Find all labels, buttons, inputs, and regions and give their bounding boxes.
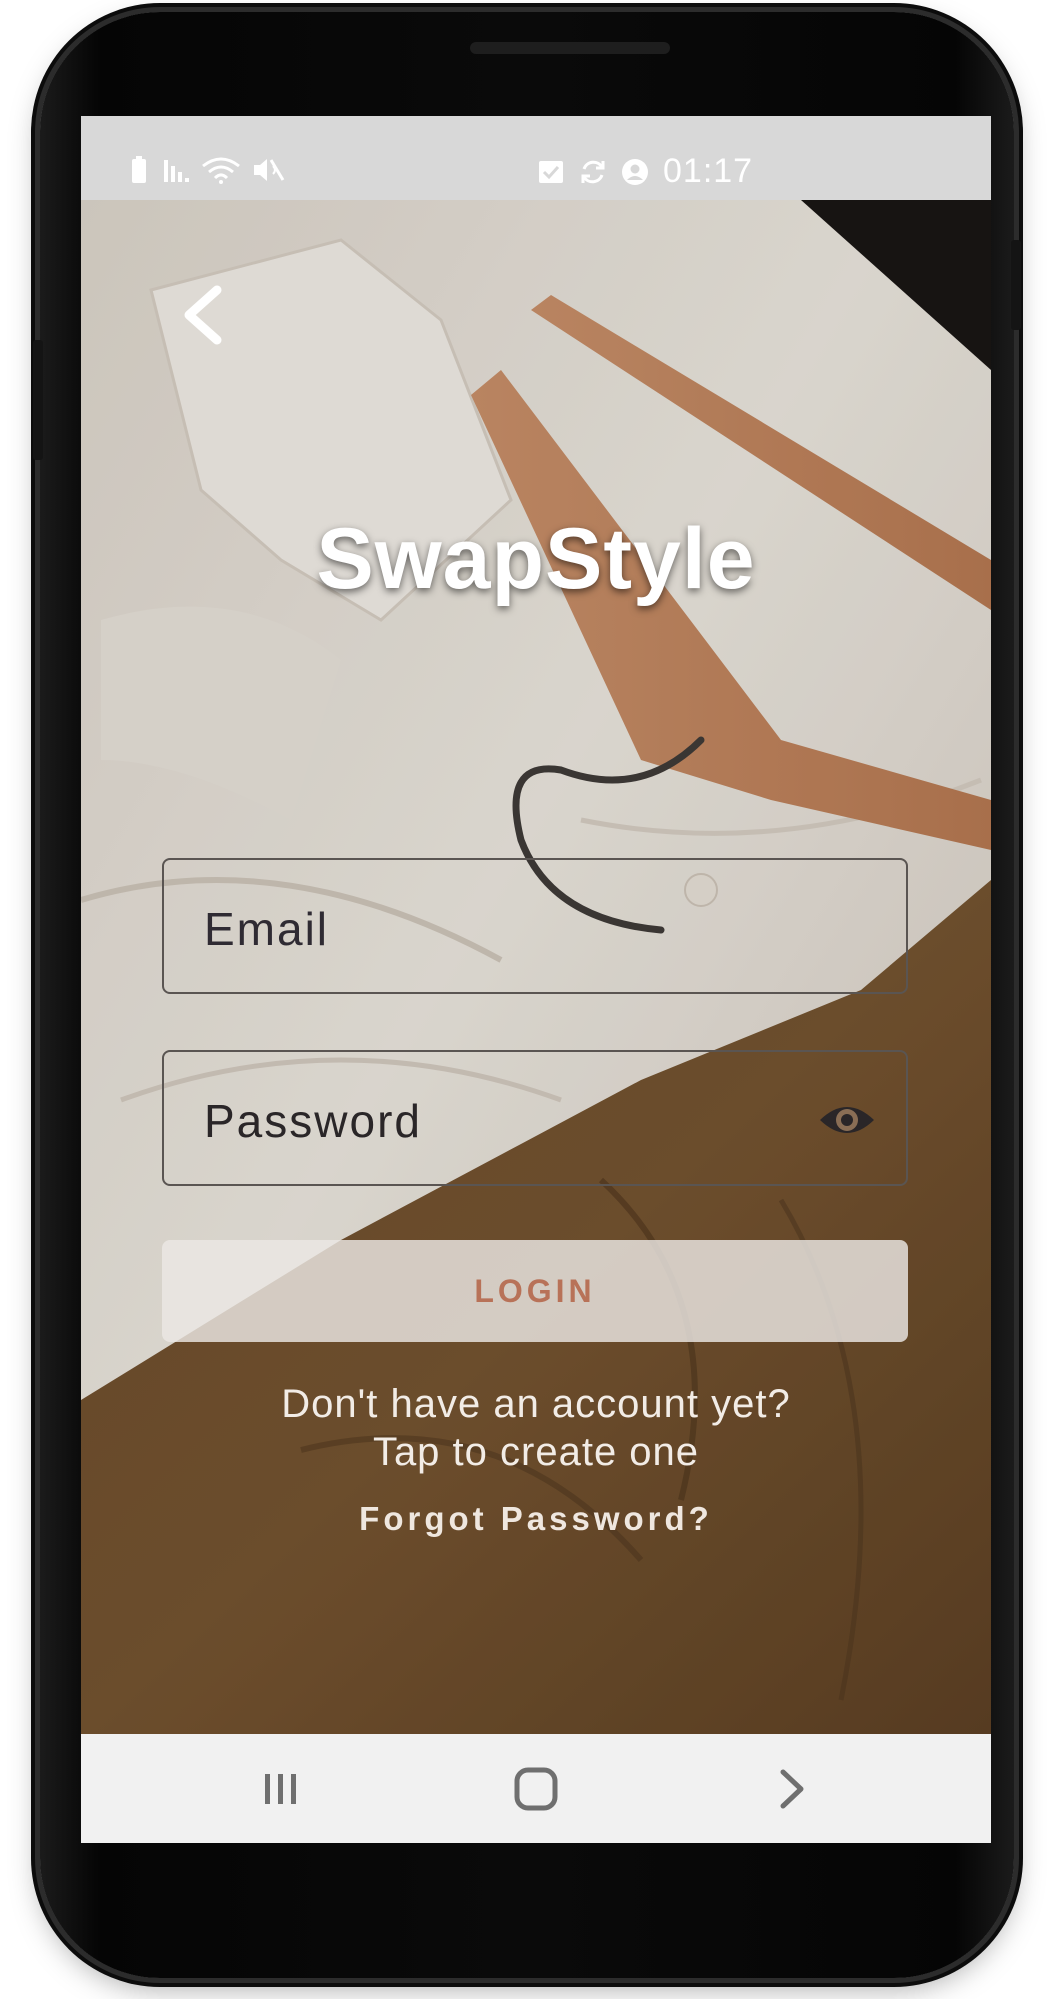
wifi-icon xyxy=(202,157,240,184)
account-icon xyxy=(622,158,648,185)
signal-icon xyxy=(164,160,189,182)
sync-icon xyxy=(581,160,605,183)
login-screen: SwapStyle Email Password LOGIN Don't hav… xyxy=(81,200,991,1734)
back-arrow-icon[interactable] xyxy=(171,280,231,350)
app-title: SwapStyle xyxy=(316,511,756,607)
create-account-link[interactable]: Don't have an account yet? Tap to create… xyxy=(81,1380,991,1476)
volume-button xyxy=(33,340,43,460)
email-field[interactable]: Email xyxy=(162,858,908,994)
status-right-area: 01:17 xyxy=(537,152,753,191)
signup-line-1: Don't have an account yet? xyxy=(281,1382,791,1426)
forgot-password-link[interactable]: Forgot Password? xyxy=(81,1500,991,1538)
battery-icon xyxy=(132,156,146,183)
system-nav-bar xyxy=(81,1734,991,1843)
home-icon[interactable] xyxy=(506,1764,566,1814)
email-placeholder: Email xyxy=(204,903,330,955)
phone-screen: 01:17 SwapStyle Email Password LOGIN Don… xyxy=(81,116,991,1843)
task-done-icon xyxy=(539,160,563,183)
mute-icon xyxy=(254,159,285,181)
eye-icon[interactable] xyxy=(818,1096,876,1144)
recents-icon[interactable] xyxy=(251,1764,311,1814)
status-left-icons xyxy=(125,156,285,184)
status-time: 01:17 xyxy=(663,152,754,190)
power-button xyxy=(1011,240,1021,330)
device-mockup: 01:17 SwapStyle Email Password LOGIN Don… xyxy=(0,0,1054,1999)
password-field[interactable]: Password xyxy=(162,1050,908,1186)
signup-line-2: Tap to create one xyxy=(372,1430,700,1474)
login-button[interactable]: LOGIN xyxy=(162,1240,908,1342)
back-nav-icon[interactable] xyxy=(761,1764,821,1814)
password-placeholder: Password xyxy=(204,1095,422,1147)
status-bar: 01:17 xyxy=(81,116,991,200)
earpiece xyxy=(470,42,670,54)
